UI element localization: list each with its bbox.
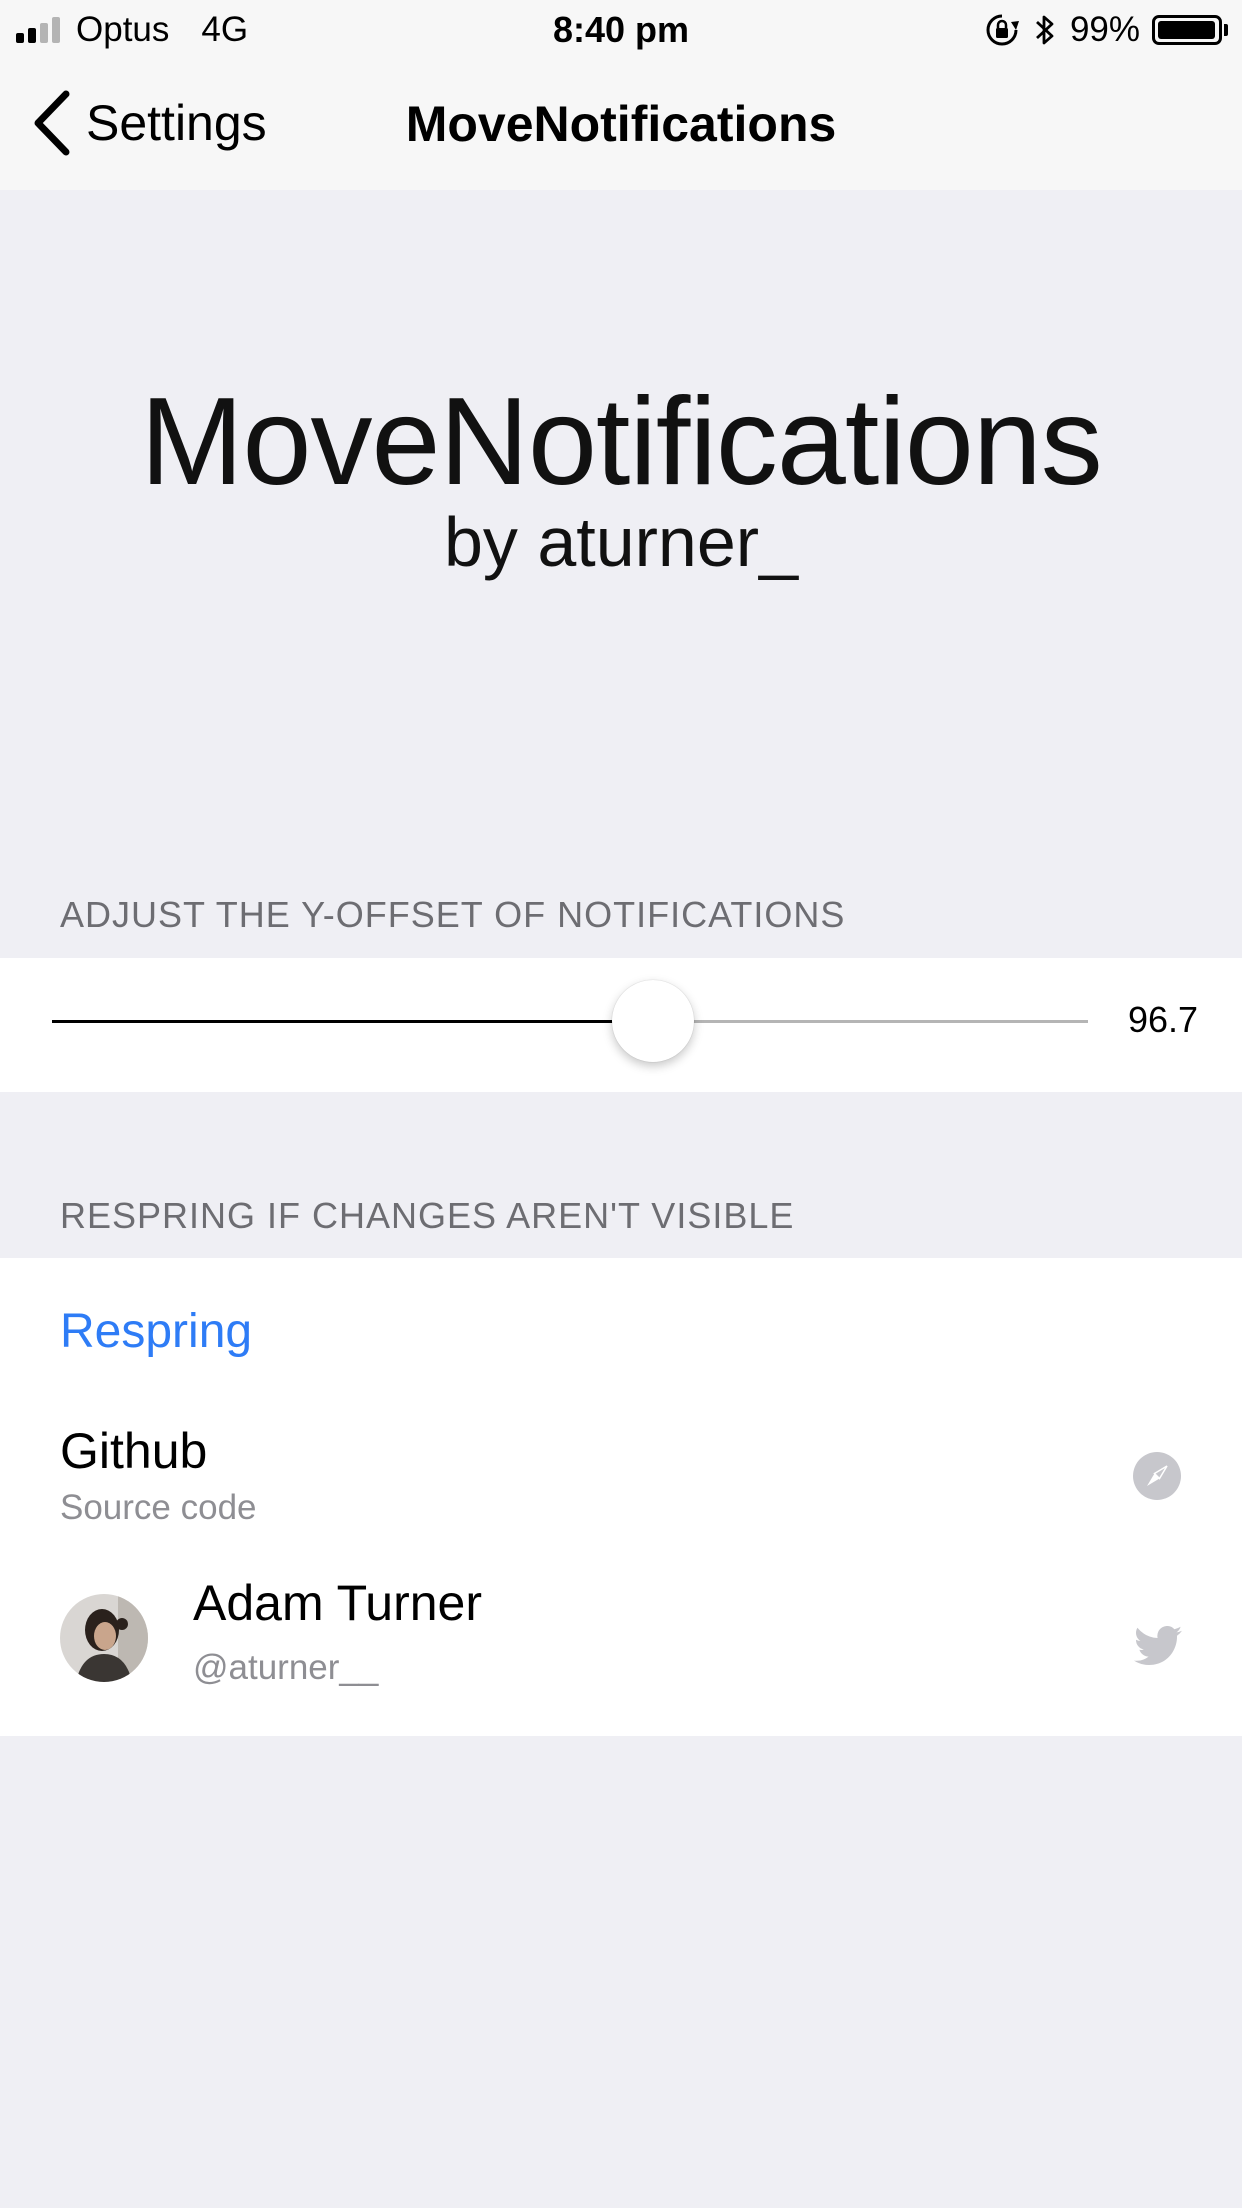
offset-slider-cell: 96.7 <box>0 958 1242 1092</box>
respring-cell-group: Respring Github Source code Adam Turner … <box>0 1258 1242 1736</box>
battery-percent: 99% <box>1069 10 1140 49</box>
github-title: Github <box>60 1423 208 1479</box>
page-title: MoveNotifications <box>405 96 837 152</box>
twitter-icon <box>1134 1625 1182 1671</box>
battery-icon <box>1152 15 1228 45</box>
status-bar: Optus 4G 8:40 pm 99% <box>0 0 1242 60</box>
author-name: Adam Turner <box>193 1575 483 1631</box>
offset-section-header: ADJUST THE Y-OFFSET OF NOTIFICATIONS <box>60 894 846 935</box>
avatar <box>60 1594 148 1682</box>
banner-title: MoveNotifications <box>140 373 1103 511</box>
rotation-lock-icon <box>984 12 1020 48</box>
author-row[interactable]: Adam Turner @aturner__ <box>0 1552 1242 1732</box>
bluetooth-icon <box>1034 12 1056 48</box>
respring-section-header: RESPRING IF CHANGES AREN'T VISIBLE <box>60 1195 795 1236</box>
slider-thumb[interactable] <box>611 980 694 1062</box>
navigation-bar: Settings MoveNotifications <box>0 60 1242 190</box>
slider-value: 96.7 <box>1128 999 1198 1040</box>
github-row[interactable]: Github Source code <box>0 1378 1242 1544</box>
respring-button[interactable]: Respring <box>60 1304 252 1359</box>
offset-slider[interactable] <box>52 1020 1088 1023</box>
compass-icon <box>1133 1452 1181 1505</box>
slider-fill <box>52 1020 653 1023</box>
github-subtitle: Source code <box>60 1488 257 1527</box>
author-handle: @aturner__ <box>193 1648 379 1687</box>
battery-fill <box>1158 21 1216 39</box>
banner-subtitle: by aturner_ <box>443 503 799 581</box>
status-right: 99% <box>984 8 1228 52</box>
